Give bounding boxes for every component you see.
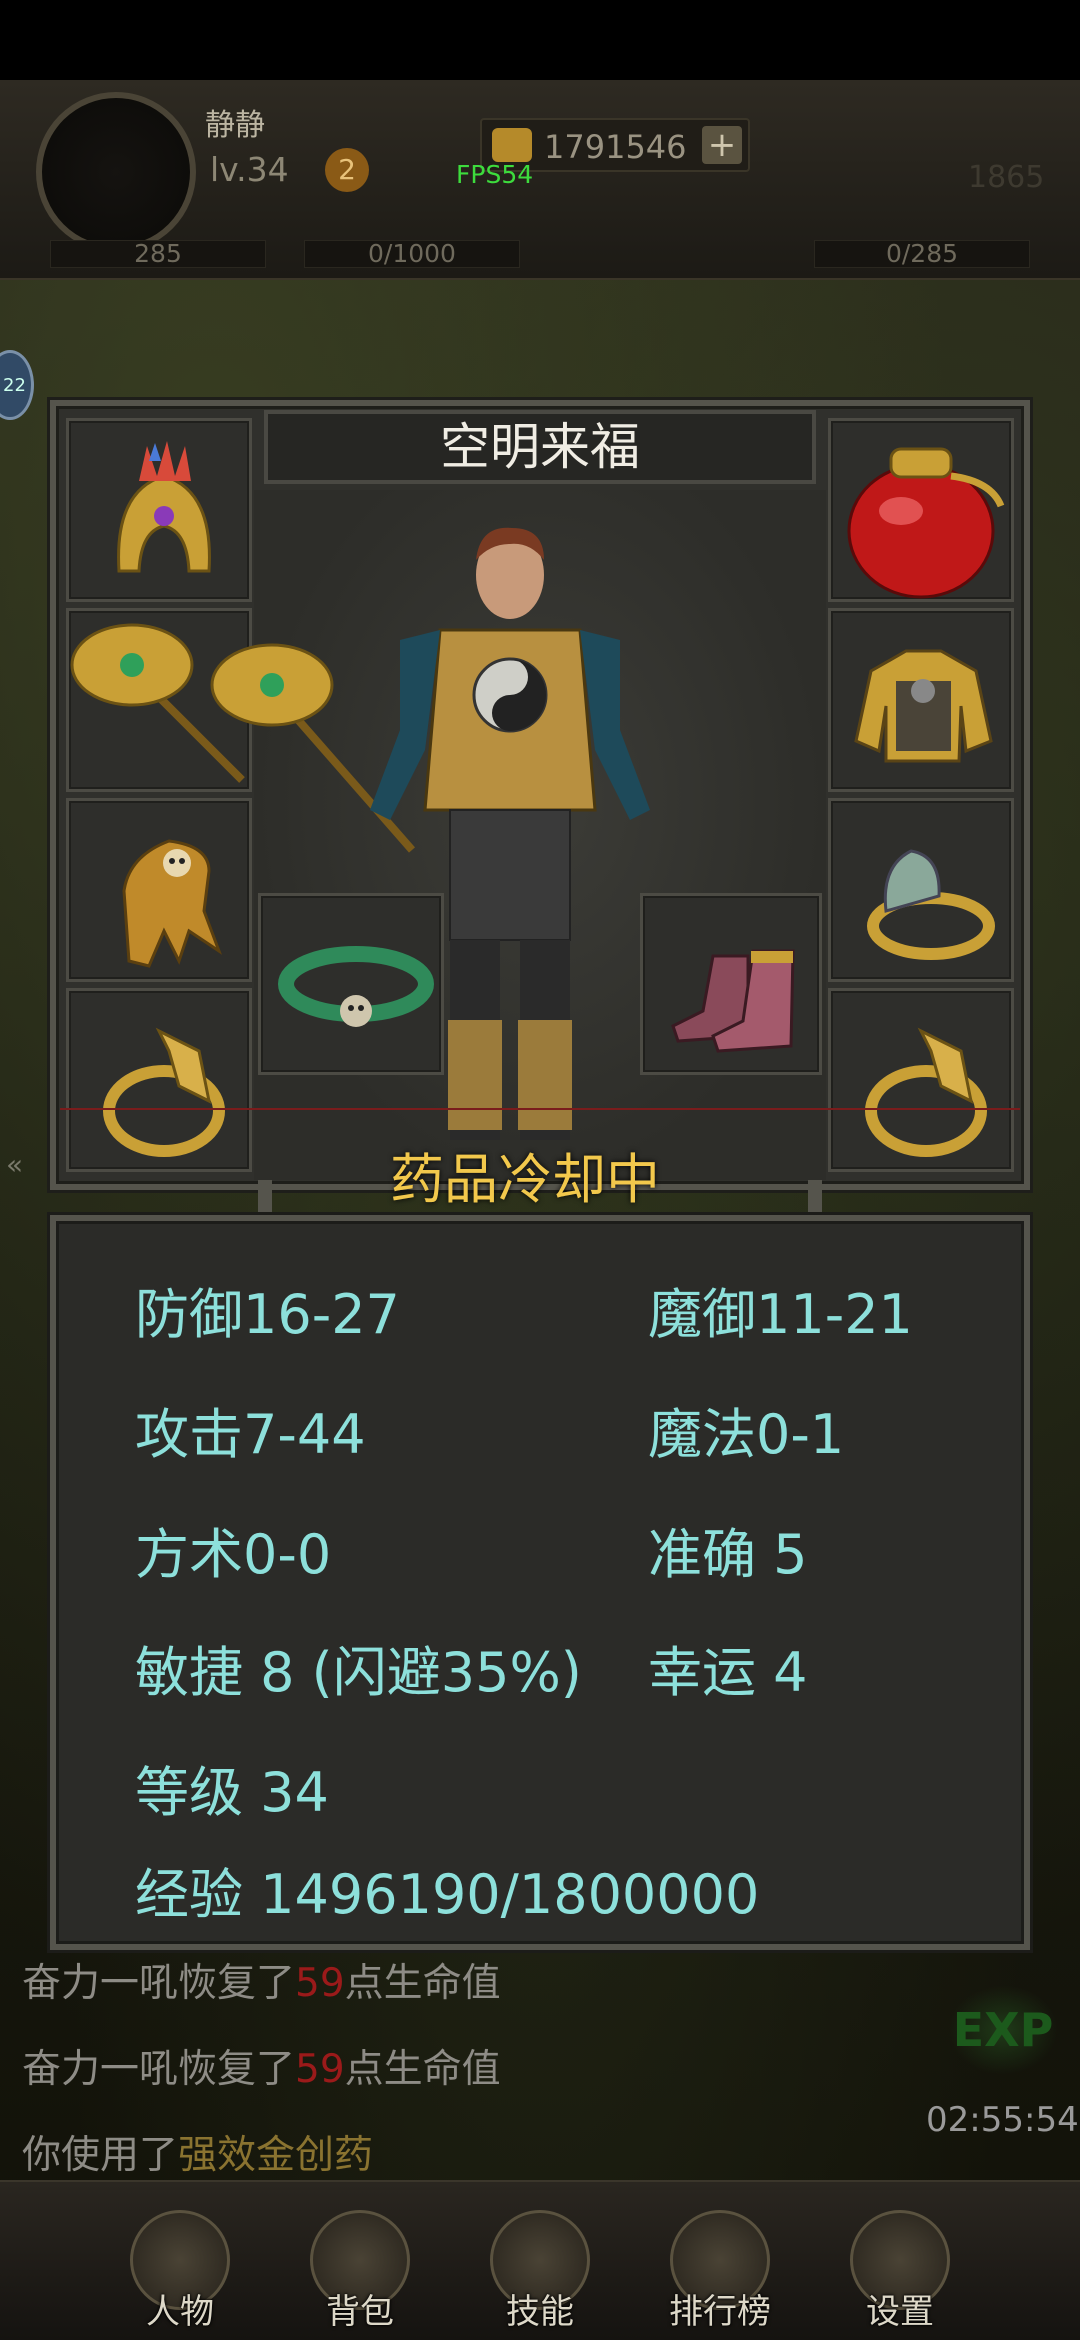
mp-bar: 0/1000 <box>304 240 520 268</box>
helmet-slot[interactable] <box>66 418 252 602</box>
armor-icon <box>854 649 993 763</box>
nav-label: 排行榜 <box>669 2292 771 2332</box>
bracelet-icon <box>867 849 995 960</box>
hp-bar: 285 <box>50 240 266 268</box>
chat-line: 奋力一吼恢复了59点生命值 <box>22 1952 501 2008</box>
side-tab-label: 22 <box>3 375 26 396</box>
stat-luck: 幸运 4 <box>648 1641 808 1704</box>
panel-connector-right <box>808 1180 822 1220</box>
character-model <box>370 527 650 1140</box>
stat-level: 等级 34 <box>135 1761 329 1824</box>
stat-defense: 防御16-27 <box>135 1283 400 1346</box>
chat-item-name: 强效金创药 <box>178 2133 374 2178</box>
level-badge[interactable]: 2 <box>325 148 369 192</box>
secondary-bar: 0/285 <box>814 240 1030 268</box>
player-level: lv.34 <box>210 150 289 189</box>
nav-bag[interactable]: 背包 <box>290 2182 430 2340</box>
chat-text: 点生命值 <box>344 2047 501 2092</box>
stat-taoism: 方术0-0 <box>135 1523 332 1586</box>
gold-amount: 1791546 <box>544 128 687 166</box>
stat-magic: 魔法0-1 <box>648 1403 845 1466</box>
game-clock: 02:55:54 <box>926 2100 1079 2140</box>
chat-number: 59 <box>295 1961 345 2006</box>
stat-experience: 经验 1496190/1800000 <box>135 1863 760 1926</box>
medicine-jar-icon <box>847 447 1005 599</box>
divider-line <box>60 1108 1020 1110</box>
power-value: 1865 <box>968 160 1045 195</box>
chat-text: 奋力一吼恢复了 <box>22 1961 296 2006</box>
helmet-icon <box>117 441 211 573</box>
nav-skills[interactable]: 技能 <box>470 2182 610 2340</box>
bottom-nav: 人物 背包 技能 排行榜 设置 <box>0 2180 1080 2340</box>
exp-button[interactable]: EXP <box>948 1985 1058 2075</box>
stat-magic-defense: 魔御11-21 <box>648 1283 913 1346</box>
cooldown-status: 药品冷却中 <box>390 1148 660 1211</box>
nav-label: 人物 <box>146 2292 214 2332</box>
stat-attack: 攻击7-44 <box>135 1403 366 1466</box>
nav-settings[interactable]: 设置 <box>830 2182 970 2340</box>
ring-right-icon <box>865 1027 987 1157</box>
chat-line: 你使用了强效金创药 <box>22 2124 373 2180</box>
add-gold-button[interactable]: + <box>702 126 742 164</box>
nav-ranking[interactable]: 排行榜 <box>650 2182 790 2340</box>
chat-text: 奋力一吼恢复了 <box>22 2047 296 2092</box>
stat-agility: 敏捷 8 (闪避35%) <box>135 1641 582 1704</box>
ring-left-icon <box>103 1027 225 1157</box>
collapse-arrow-icon[interactable]: « <box>6 1148 23 1181</box>
ring-left-slot[interactable] <box>66 988 252 1172</box>
nav-label: 技能 <box>506 2292 574 2332</box>
chat-text: 你使用了 <box>22 2133 179 2178</box>
chat-text: 点生命值 <box>344 1961 501 2006</box>
medicine-slot[interactable] <box>828 418 1014 602</box>
armor-slot[interactable] <box>828 608 1014 792</box>
stat-accuracy: 准确 5 <box>648 1523 808 1586</box>
bracelet-slot[interactable] <box>828 798 1014 982</box>
player-name: 静静 <box>205 108 265 143</box>
chat-number: 59 <box>295 2047 345 2092</box>
fps-counter: FPS54 <box>456 160 534 189</box>
nav-label: 背包 <box>326 2292 394 2332</box>
chat-line: 奋力一吼恢复了59点生命值 <box>22 2038 501 2094</box>
nav-character[interactable]: 人物 <box>110 2182 250 2340</box>
panel-connector-left <box>258 1180 272 1220</box>
gold-ingot-icon <box>492 128 532 162</box>
nav-label: 设置 <box>866 2292 934 2332</box>
player-avatar[interactable] <box>36 92 196 252</box>
ring-right-slot[interactable] <box>828 988 1014 1172</box>
character-name: 空明来福 <box>264 410 816 484</box>
